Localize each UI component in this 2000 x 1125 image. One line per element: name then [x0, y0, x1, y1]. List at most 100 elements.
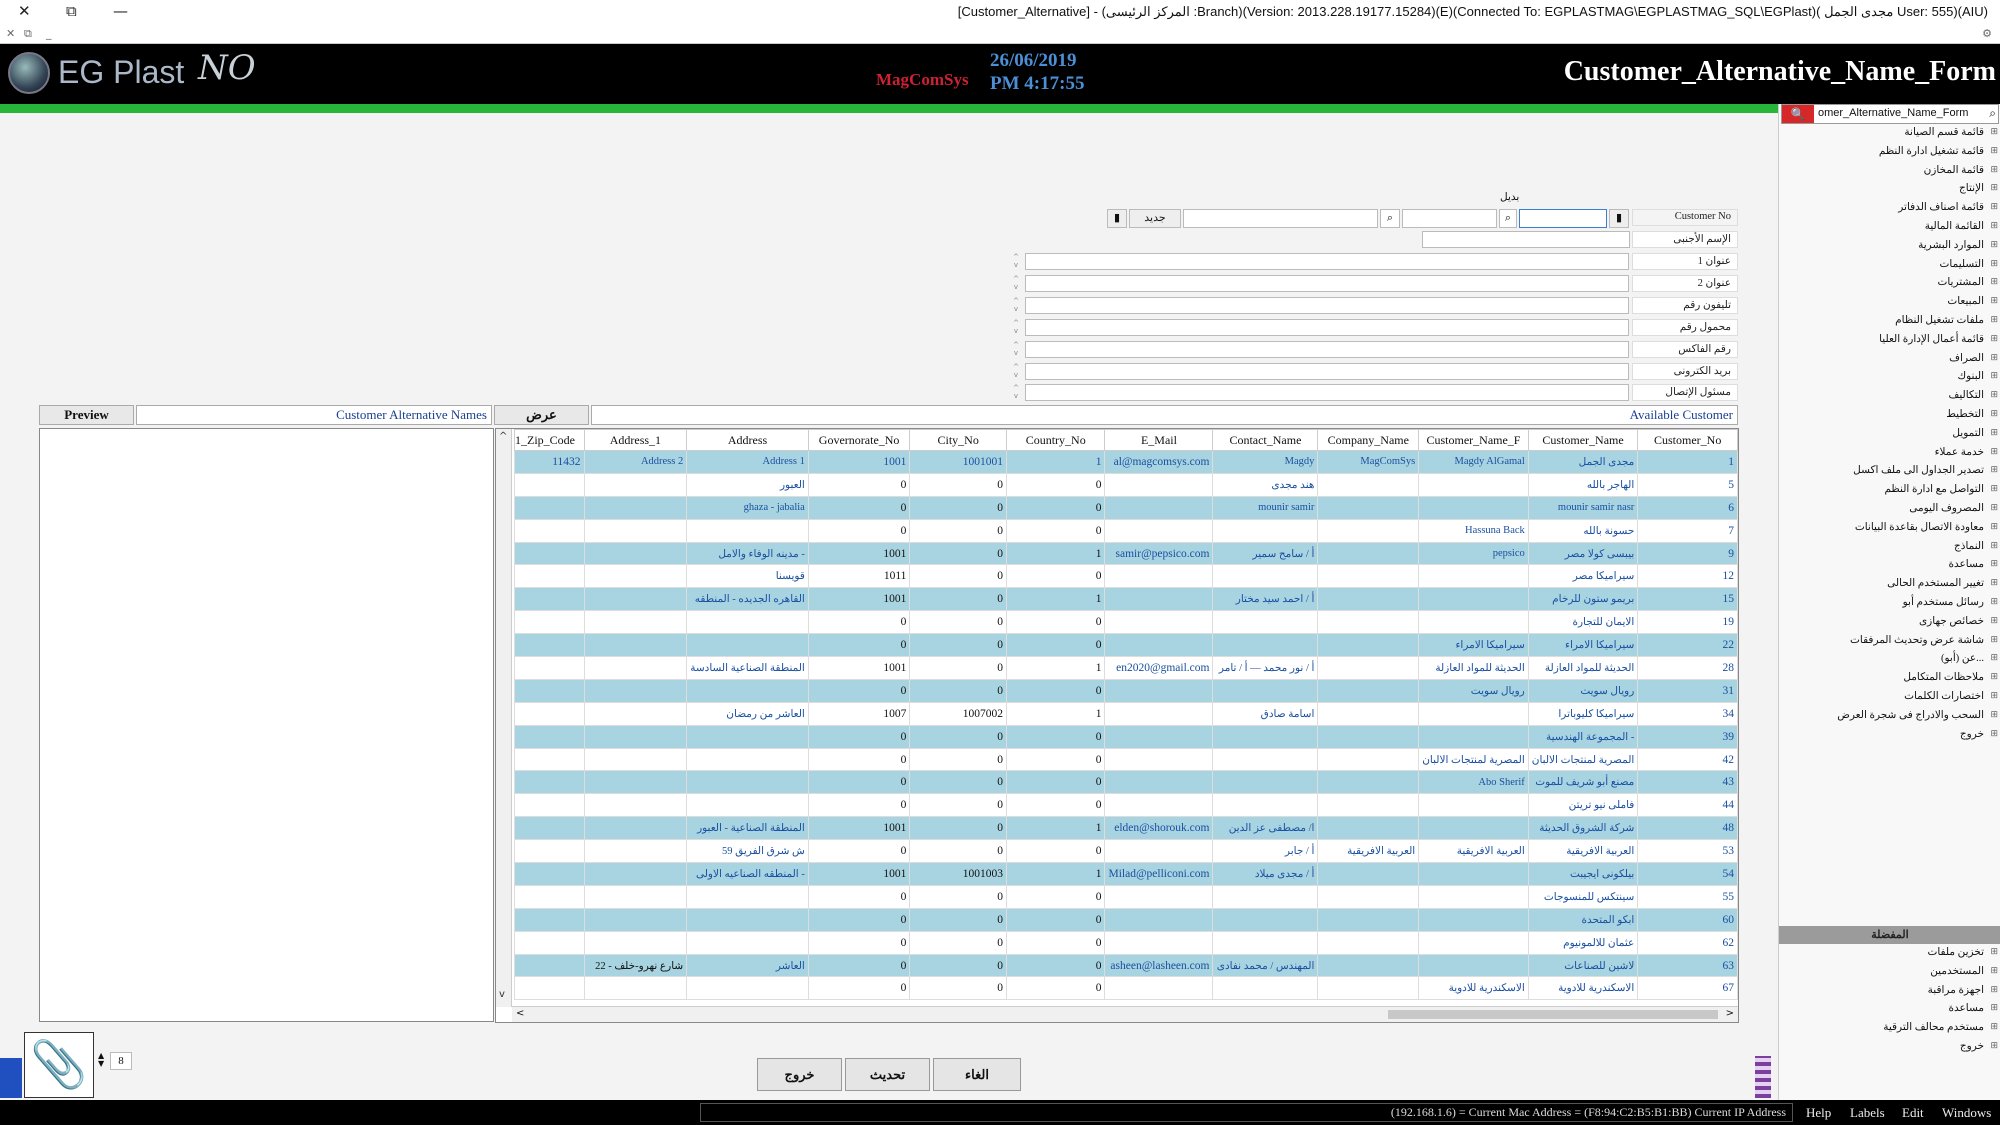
column-header[interactable]: Address_1 [583, 429, 688, 451]
menu-item[interactable]: قائمة تشغيل ادارة النظم [1780, 145, 2000, 164]
table-row[interactable]: المنطقة الصناعية السادسة 1001 0 1 en2020@gma… [514, 656, 1738, 680]
menu-item[interactable]: اختصارات الكلمات [1780, 690, 2000, 709]
field-input[interactable] [1025, 384, 1629, 401]
scroll-arrows-icon[interactable]: ^ v [1009, 253, 1023, 270]
close-small-icon[interactable]: ✕ [6, 27, 15, 40]
name-search-input[interactable] [1183, 209, 1378, 228]
table-row[interactable]: 0 0 0 المجموعة الهندسية -39 [514, 724, 1738, 749]
table-row[interactable]: 11432 Address 2 Address 1 1001 1001001 1 al@ma… [514, 450, 1738, 474]
field-input[interactable] [1025, 319, 1629, 336]
menu-item[interactable]: الصراف [1780, 352, 2000, 371]
scroll-arrows-icon[interactable]: ^ v [1009, 297, 1023, 314]
nav-last-icon[interactable]: ▮ [1609, 209, 1629, 228]
scroll-arrows-icon[interactable]: ^ v [1009, 319, 1023, 336]
column-header[interactable]: 1_Zip_Code [514, 429, 585, 451]
table-row[interactable]: 0 0 0 فاملى نيو تريتن 44 [514, 793, 1738, 818]
refresh-button[interactable]: تحديث [845, 1058, 930, 1091]
tab-available-customer[interactable]: Available Customer [591, 405, 1738, 425]
table-row[interactable]: العبور 0 0 0 هند مجدى الهاجر بالله 5 [514, 472, 1738, 497]
foreign-name-input[interactable] [1422, 231, 1630, 248]
menu-item[interactable]: البنوك [1780, 370, 2000, 389]
favorite-item[interactable]: اجهزة مراقبة [1780, 984, 2000, 1003]
table-row[interactable]: 0 0 0 سينتكس للمنسوجات 55 [514, 884, 1738, 909]
search-button-icon[interactable]: 🔍 [1782, 105, 1814, 123]
menu-item[interactable]: الإنتاج [1780, 182, 2000, 201]
menu-item[interactable]: قائمة أعمال الإدارة العليا [1780, 333, 2000, 352]
horizontal-scrollbar[interactable]: < > [512, 1006, 1738, 1022]
table-row[interactable]: مدينه الوفاء والامل -1001 0 1 samir@pepsico… [514, 541, 1738, 566]
menu-item[interactable]: التمويل [1780, 427, 2000, 446]
column-header[interactable]: Country_No [1005, 429, 1106, 451]
scroll-down-icon[interactable]: v [499, 989, 505, 1000]
restore-icon[interactable]: ⧉ [66, 2, 77, 20]
edit-menu[interactable]: Edit [1902, 1105, 1924, 1121]
menu-item[interactable]: مساعدة [1780, 558, 2000, 577]
table-row[interactable]: 0 0 0 رويال سويت رويال سويت 31 [514, 678, 1738, 703]
tab-show[interactable]: عرض [494, 405, 589, 425]
menu-item[interactable]: قائمة اصناف الدفاتر [1780, 201, 2000, 220]
scroll-right-icon[interactable]: > [1726, 1008, 1734, 1019]
page-number[interactable]: 8 [110, 1052, 132, 1070]
table-row[interactable]: 0 0 0 المصرية لمنتجات الالبان المصرية لمنتجا… [514, 747, 1738, 772]
help-menu[interactable]: Help [1806, 1105, 1831, 1121]
field-input[interactable] [1025, 297, 1629, 314]
menu-search-input[interactable]: omer_Alternative_Name_Form [1818, 107, 1968, 119]
table-row[interactable]: 0 0 0 Abo Sherif مصنع أبو شريف للموت 43 [514, 770, 1738, 795]
table-row[interactable]: قويسنا 1011 0 0 سيراميكا مصر 12 [514, 564, 1738, 589]
vertical-scrollbar[interactable]: ^ v [496, 429, 512, 1007]
menu-item[interactable]: ملاحظات المتكامل [1780, 671, 2000, 690]
restore-small-icon[interactable]: ⧉ [24, 27, 32, 41]
table-row[interactable]: المنطقه الصناعيه الاولى -1001 1001003 1 Mil… [514, 862, 1738, 886]
table-row[interactable]: 0 0 0 Hassuna Back حسونة بالله 7 [514, 518, 1738, 543]
column-header[interactable]: Company_Name [1317, 429, 1420, 451]
menu-item[interactable]: خروج [1780, 728, 2000, 747]
column-header[interactable]: City_No [909, 429, 1007, 451]
menu-item[interactable]: عن (أبو)... [1780, 652, 2000, 671]
minimize-small-icon[interactable]: _ [46, 27, 52, 40]
menu-item[interactable]: ملفات تشغيل النظام [1780, 314, 2000, 333]
menu-item[interactable]: تغيير المستخدم الحالى [1780, 577, 2000, 596]
exit-button[interactable]: خروج [757, 1058, 842, 1091]
search-icon[interactable]: ⌕ [1989, 106, 1996, 121]
menu-item[interactable]: التكاليف [1780, 389, 2000, 408]
menu-item[interactable]: المبيعات [1780, 295, 2000, 314]
menu-item[interactable]: الموارد البشرية [1780, 239, 2000, 258]
favorite-item[interactable]: مستخدم محالف الترقية [1780, 1021, 2000, 1040]
search-icon[interactable]: ⌕ [1380, 209, 1400, 228]
attachment-icon[interactable]: 📎 [24, 1032, 94, 1098]
menu-item[interactable]: النماذج [1780, 540, 2000, 559]
table-row[interactable]: المنطقة الصناعية - العبور 1001 0 1 elden@sho… [514, 816, 1738, 841]
menu-item[interactable]: التواصل مع ادارة النظم [1780, 483, 2000, 502]
table-row[interactable]: 59 ش شرق الفريق 0 0 0 أ / جابر العربية الافري… [514, 839, 1738, 864]
column-header[interactable]: E_Mail [1104, 429, 1214, 451]
table-row[interactable]: 22 - شارع نهرو-خلف العاشر 0 0 0 asheen@lashee… [514, 953, 1738, 978]
column-header[interactable]: Customer_Name [1527, 429, 1639, 451]
menu-item[interactable]: خصائص جهازى [1780, 615, 2000, 634]
scroll-thumb[interactable] [1388, 1010, 1718, 1019]
column-header[interactable]: Contact_Name [1212, 429, 1319, 451]
menu-item[interactable]: قائمة قسم الصيانة [1780, 126, 2000, 145]
favorite-item[interactable]: مساعدة [1780, 1002, 2000, 1021]
scroll-arrows-icon[interactable]: ^ v [1009, 275, 1023, 292]
scroll-left-icon[interactable]: < [516, 1008, 524, 1019]
minimize-icon[interactable]: — [113, 2, 128, 20]
scroll-up-icon[interactable]: ^ [499, 431, 507, 442]
menu-item[interactable]: المشتريات [1780, 276, 2000, 295]
table-row[interactable]: القاهره الجديده - المنطقه 1001 0 1 أ / احمد … [514, 587, 1738, 612]
column-header[interactable]: Customer_Name_F [1418, 429, 1529, 451]
menu-item[interactable]: القائمة المالية [1780, 220, 2000, 239]
column-header[interactable]: Customer_No [1637, 429, 1738, 451]
menu-item[interactable]: تصدير الجداول الى ملف اكسل [1780, 464, 2000, 483]
settings-icon[interactable]: ⚙ [1982, 27, 1992, 40]
favorite-item[interactable]: المستخدمين [1780, 965, 2000, 984]
windows-menu[interactable]: Windows [1942, 1105, 1991, 1121]
column-header[interactable]: Address [686, 429, 809, 451]
menu-item[interactable]: رسائل مستخدم أبو [1780, 596, 2000, 615]
close-icon[interactable]: ✕ [18, 2, 31, 20]
menu-search[interactable]: 🔍 omer_Alternative_Name_Form ⌕ [1781, 104, 1999, 124]
menu-item[interactable]: شاشة عرض وتحديث المرفقات [1780, 634, 2000, 653]
scroll-arrows-icon[interactable]: ^ v [1009, 384, 1023, 401]
table-row[interactable]: 0 0 0 ابكو المتحدة 60 [514, 907, 1738, 932]
field-input[interactable] [1025, 253, 1629, 270]
field-input[interactable] [1025, 275, 1629, 292]
